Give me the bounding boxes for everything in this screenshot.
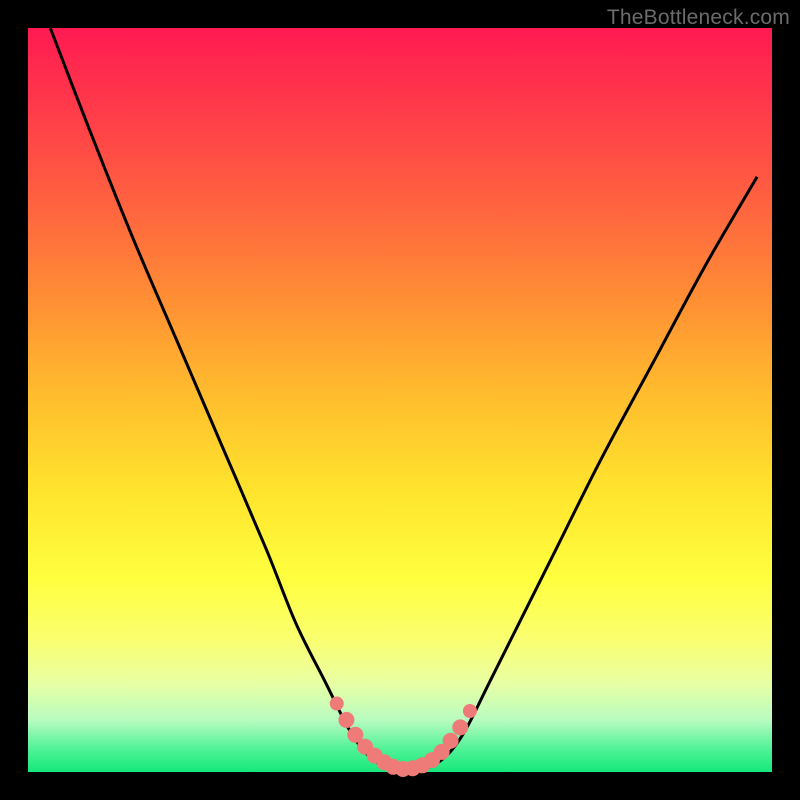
highlight-marker [338,712,354,728]
highlight-marker [443,733,459,749]
bottleneck-curve [50,28,757,771]
watermark-label: TheBottleneck.com [607,6,790,30]
highlight-markers [330,697,477,777]
plot-area [28,28,772,772]
highlight-marker [463,704,477,718]
chart-frame: TheBottleneck.com [0,0,800,800]
chart-svg [28,28,772,772]
highlight-marker [330,697,344,711]
highlight-marker [452,719,468,735]
